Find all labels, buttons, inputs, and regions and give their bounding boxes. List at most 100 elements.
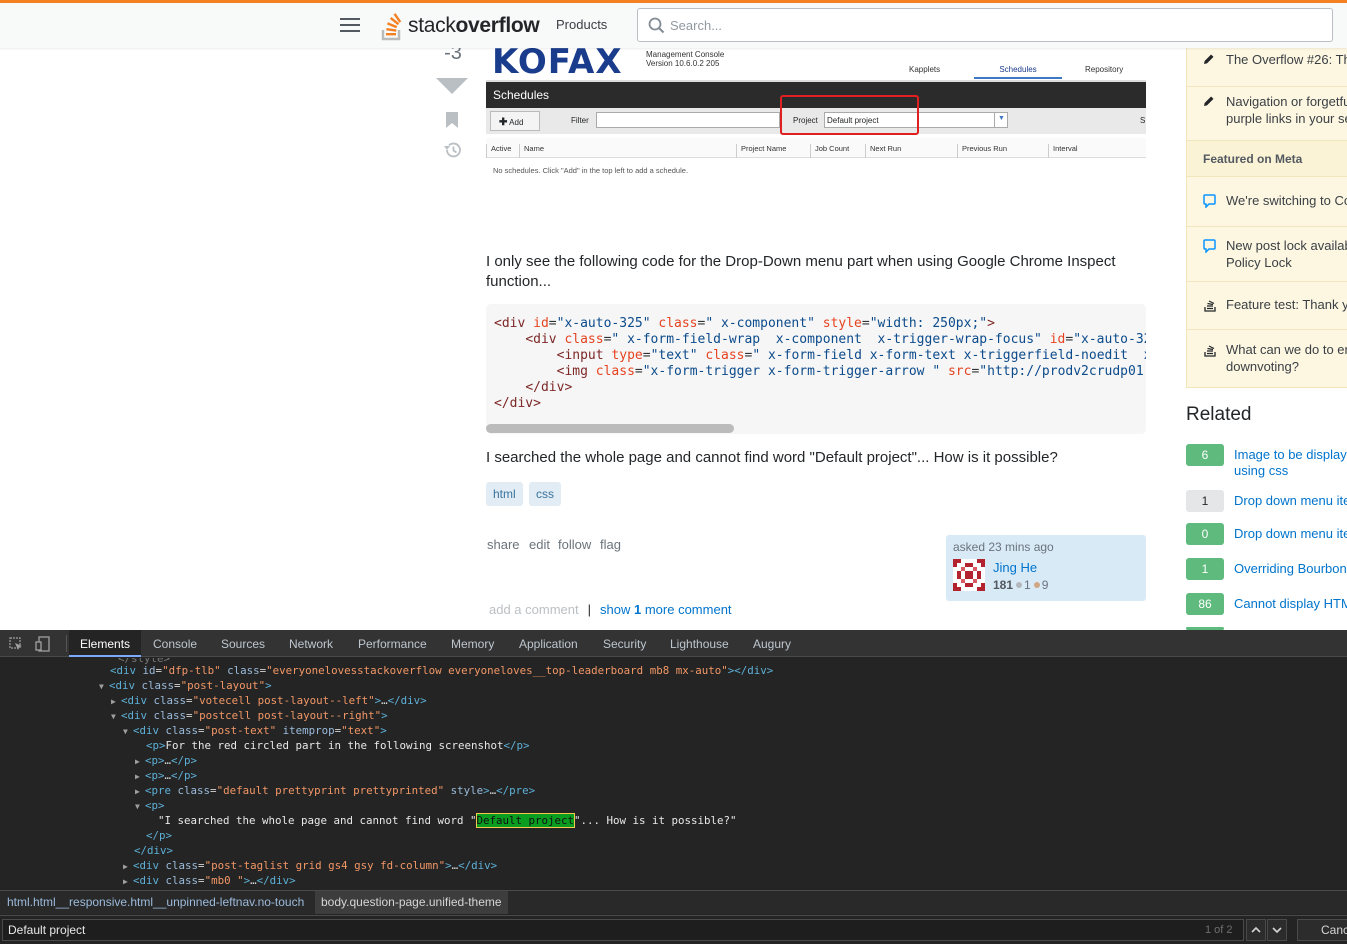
dom-line[interactable]: ▼ <div class="post-text" itemprop="text"> [123,723,387,739]
dom-line-text-node[interactable]: "I searched the whole page and cannot fi… [158,813,737,828]
tab-network[interactable]: Network [289,637,333,651]
owner-reputation: 181 1 9 [993,578,1048,592]
add-comment-link[interactable]: add a comment [489,602,579,617]
products-menu[interactable]: Products [556,17,607,32]
sidebar-meta-item[interactable]: What can we do to er downvoting? [1187,341,1347,375]
avatar[interactable] [953,559,985,591]
devtools-panel: Elements Console Sources Network Perform… [0,630,1347,944]
search-icon [648,17,665,34]
tab-console[interactable]: Console [153,637,197,651]
kofax-tab-schedules: Schedules [974,65,1062,79]
hamburger-menu-icon[interactable] [340,18,360,32]
collapse-triangle-icon: ▶ [111,697,116,706]
kofax-subtitle: Management Console Version 10.6.0.2 205 [646,50,725,68]
search-match-count: 1 of 2 [1205,924,1233,936]
dom-line[interactable]: ▶ <pre class="default prettyprint prettyp… [135,783,535,799]
dom-line[interactable]: </div> [134,843,173,858]
dom-line[interactable]: ▼ <p> [135,798,165,814]
tab-security[interactable]: Security [603,637,646,651]
sidebar-meta-item[interactable]: We're switching to Co [1187,192,1347,209]
dom-line[interactable]: ▶ <div class="post-taglist grid gs4 gsy f… [123,858,497,874]
related-score-badge: 6 [1186,444,1224,466]
kofax-col: Previous Run [957,144,1007,158]
downvote-arrow-icon[interactable] [436,78,468,94]
related-question-link[interactable]: Overriding Bourbon [1234,561,1347,577]
sidebar-meta-item[interactable]: New post lock availab Policy Lock [1187,237,1347,271]
owner-name-link[interactable]: Jing He [993,560,1037,575]
collapse-triangle-icon: ▶ [123,877,128,886]
red-highlight-box [780,95,919,135]
sidebar-blog-item[interactable]: The Overflow #26: Th [1187,51,1347,68]
cancel-search-button[interactable]: Cancel [1297,919,1347,941]
dom-line[interactable]: ▶ <p>…</p> [135,753,197,769]
tab-memory[interactable]: Memory [451,637,494,651]
dom-line[interactable]: ▶ <div class="votecell post-layout--left"… [111,693,427,709]
tab-augury[interactable]: Augury [753,637,791,651]
dom-line[interactable]: ▶ <div class="mb0 ">…</div> [123,873,296,889]
code-content: <div id="x-auto-325" class=" x-component… [494,316,1146,412]
tag-html[interactable]: html [486,482,523,506]
search-box[interactable] [637,8,1333,42]
dom-line[interactable]: </p> [146,828,172,843]
related-question-link[interactable]: Drop down menu ite [1234,526,1347,542]
related-score-badge: 0 [1186,523,1224,545]
bookmark-icon[interactable] [446,112,458,128]
post-screenshot-image: KOFAX Management Console Version 10.6.0.… [486,48,1146,188]
kofax-column-headers: Active Name Project Name Job Count Next … [486,138,1146,158]
collapse-triangle-icon: ▶ [135,757,140,766]
next-match-button[interactable] [1267,919,1287,941]
devtools-search-input[interactable] [2,919,1244,941]
expand-triangle-icon: ▼ [99,682,104,691]
search-input[interactable] [670,9,1320,41]
related-question-link[interactable]: Image to be display using css [1234,447,1347,479]
share-link[interactable]: share [487,537,520,552]
kofax-filter-label: Filter [571,116,589,125]
search-match-highlight: Default project [475,813,576,828]
collapse-triangle-icon: ▶ [135,772,140,781]
kofax-filter-field [596,112,780,128]
related-question-link[interactable]: Cannot display HTM [1234,596,1347,612]
dom-line[interactable]: <div id="dfp-tlb" class="everyonelovesst… [110,663,773,678]
related-score-badge: 86 [1186,593,1224,615]
tab-performance[interactable]: Performance [358,637,427,651]
breadcrumb-html[interactable]: html.html__responsive.html__unpinned-lef… [1,895,310,909]
devtools-search-bar: 1 of 2 Cancel [0,915,1347,944]
kofax-col: Interval [1048,144,1078,158]
silver-badge-count: 1 [1024,578,1031,592]
tab-sources[interactable]: Sources [221,637,265,651]
dom-line[interactable]: ▼ <div class="postcell post-layout--right… [111,708,388,724]
tab-lighthouse[interactable]: Lighthouse [670,637,729,651]
flag-link[interactable]: flag [600,537,621,552]
pencil-icon [1204,96,1214,106]
code-line: <input type="text" class=" x-form-field … [556,348,1146,363]
divider [66,635,67,652]
tag-css[interactable]: css [529,482,561,506]
post-paragraph: I only see the following code for the Dr… [486,253,1116,290]
kofax-col: Name [519,144,544,158]
post-paragraph: I searched the whole page and cannot fin… [486,449,1058,466]
previous-match-button[interactable] [1246,919,1266,941]
show-more-comments-link[interactable]: show 1 more comment [600,602,732,617]
dom-line[interactable]: <p>For the red circled part in the follo… [146,738,530,753]
code-horizontal-scrollbar[interactable] [486,424,734,433]
tab-elements[interactable]: Elements [69,630,142,657]
edit-link[interactable]: edit [529,537,550,552]
featured-on-meta-header: Featured on Meta [1187,140,1347,177]
dom-line[interactable]: ▼ <div class="post-layout"> [99,678,272,694]
collapse-triangle-icon: ▶ [123,862,128,871]
breadcrumb-body[interactable]: body.question-page.unified-theme [315,891,508,914]
tab-application[interactable]: Application [519,637,578,651]
history-icon[interactable] [443,141,462,159]
kofax-col: Job Count [810,144,849,158]
divider [1187,226,1347,227]
dom-line[interactable]: ▶ <p>…</p> [135,768,197,784]
related-question-link[interactable]: Drop down menu ite [1234,493,1347,509]
device-toolbar-icon[interactable] [35,636,51,652]
sidebar-meta-item[interactable]: Feature test: Thank y [1187,296,1347,313]
follow-link[interactable]: follow [558,537,591,552]
stackoverflow-logo[interactable]: stackoverflow [380,9,540,43]
sidebar-blog-item[interactable]: Navigation or forgetfu purple links in yo… [1187,93,1347,127]
kofax-tab-repository: Repository [1085,65,1124,74]
stack-logo-icon [381,13,402,41]
inspect-element-icon[interactable] [9,637,23,651]
